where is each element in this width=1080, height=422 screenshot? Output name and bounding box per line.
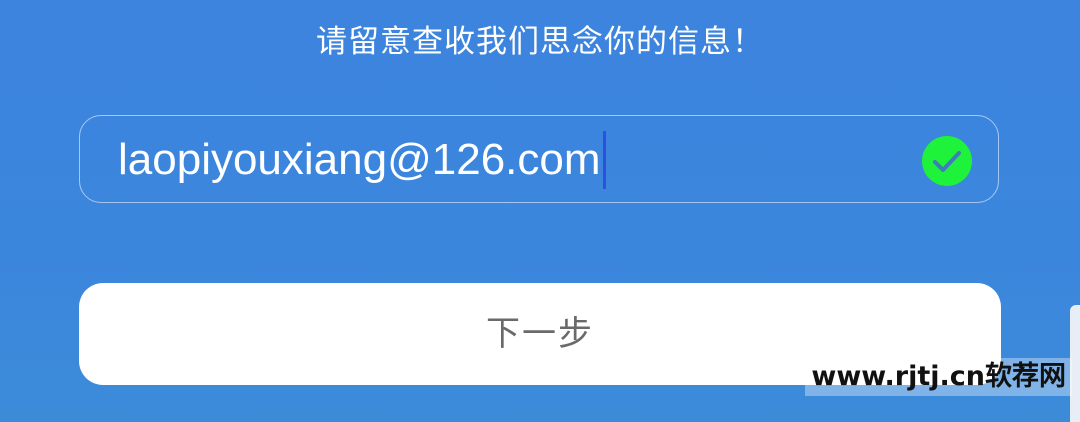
email-value[interactable]: laopiyouxiang@126.com [118, 116, 601, 204]
check-circle-icon [922, 136, 972, 186]
page-subtitle: 请留意查收我们思念你的信息！ [316, 24, 764, 60]
email-field[interactable]: laopiyouxiang@126.com [79, 115, 999, 203]
text-caret [603, 131, 606, 189]
watermark-text: www.rjtj.cn软荐网 [805, 358, 1072, 396]
